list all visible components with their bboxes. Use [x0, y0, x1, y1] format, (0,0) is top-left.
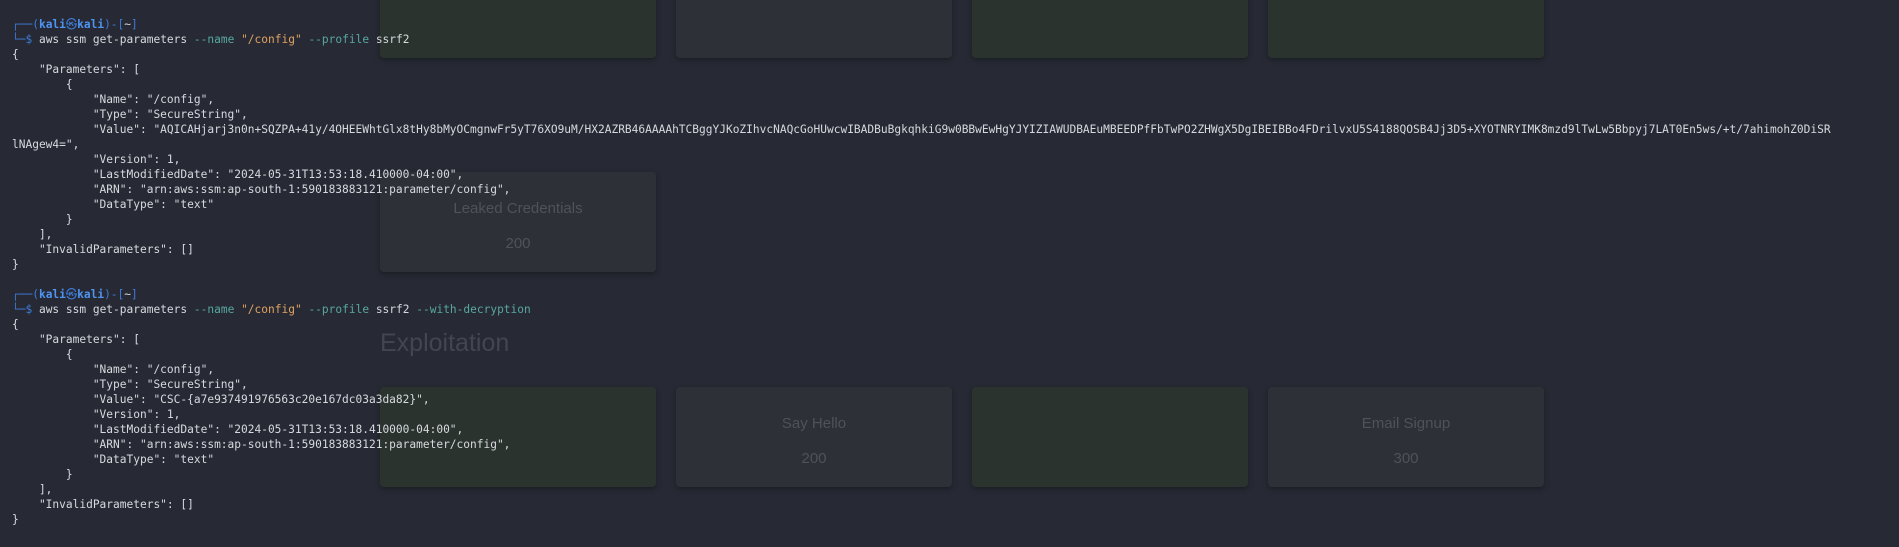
output-line: {: [12, 48, 19, 61]
output-line: {: [12, 318, 19, 331]
output-line: "Parameters": [: [12, 63, 140, 76]
output-line: "Version": 1,: [12, 408, 181, 421]
output-line: {: [12, 348, 73, 361]
output-line: "Type": "SecureString",: [12, 108, 248, 121]
output-line-encrypted-value: "Value": "AQICAHjarj3n0n+SQZPA+41y/4OHEE…: [12, 123, 1831, 136]
output-line: lNAgew4=",: [12, 138, 80, 151]
output-line: "LastModifiedDate": "2024-05-31T13:53:18…: [12, 168, 464, 181]
output-line: "Type": "SecureString",: [12, 378, 248, 391]
output-line: "InvalidParameters": []: [12, 243, 194, 256]
output-line: }: [12, 468, 73, 481]
output-line: "Name": "/config",: [12, 363, 215, 376]
output-line: "InvalidParameters": []: [12, 498, 194, 511]
command-line[interactable]: └─$ aws ssm get-parameters --name "/conf…: [12, 302, 531, 317]
output-line: }: [12, 213, 73, 226]
prompt-line: ┌──(kali㉿kali)-[~]: [12, 288, 138, 301]
output-line: "DataType": "text": [12, 453, 215, 466]
output-line: "Parameters": [: [12, 333, 140, 346]
output-line: "LastModifiedDate": "2024-05-31T13:53:18…: [12, 423, 464, 436]
output-line: "Name": "/config",: [12, 93, 215, 106]
output-line: "Version": 1,: [12, 153, 181, 166]
output-line: "ARN": "arn:aws:ssm:ap-south-1:590183883…: [12, 438, 511, 451]
terminal-window[interactable]: ┌──(kali㉿kali)-[~] └─$ aws ssm get-param…: [0, 0, 1899, 547]
output-line: {: [12, 78, 73, 91]
output-line-decrypted-flag: "Value": "CSC-{a7e937491976563c20e167dc0…: [12, 393, 430, 406]
output-line: ],: [12, 228, 53, 241]
command-line[interactable]: └─$ aws ssm get-parameters --name "/conf…: [12, 32, 410, 47]
output-line: }: [12, 513, 19, 526]
prompt-line: ┌──(kali㉿kali)-[~]: [12, 18, 138, 31]
output-line: }: [12, 258, 19, 271]
output-line: "DataType": "text": [12, 198, 215, 211]
output-line: ],: [12, 483, 53, 496]
output-line: "ARN": "arn:aws:ssm:ap-south-1:590183883…: [12, 183, 511, 196]
